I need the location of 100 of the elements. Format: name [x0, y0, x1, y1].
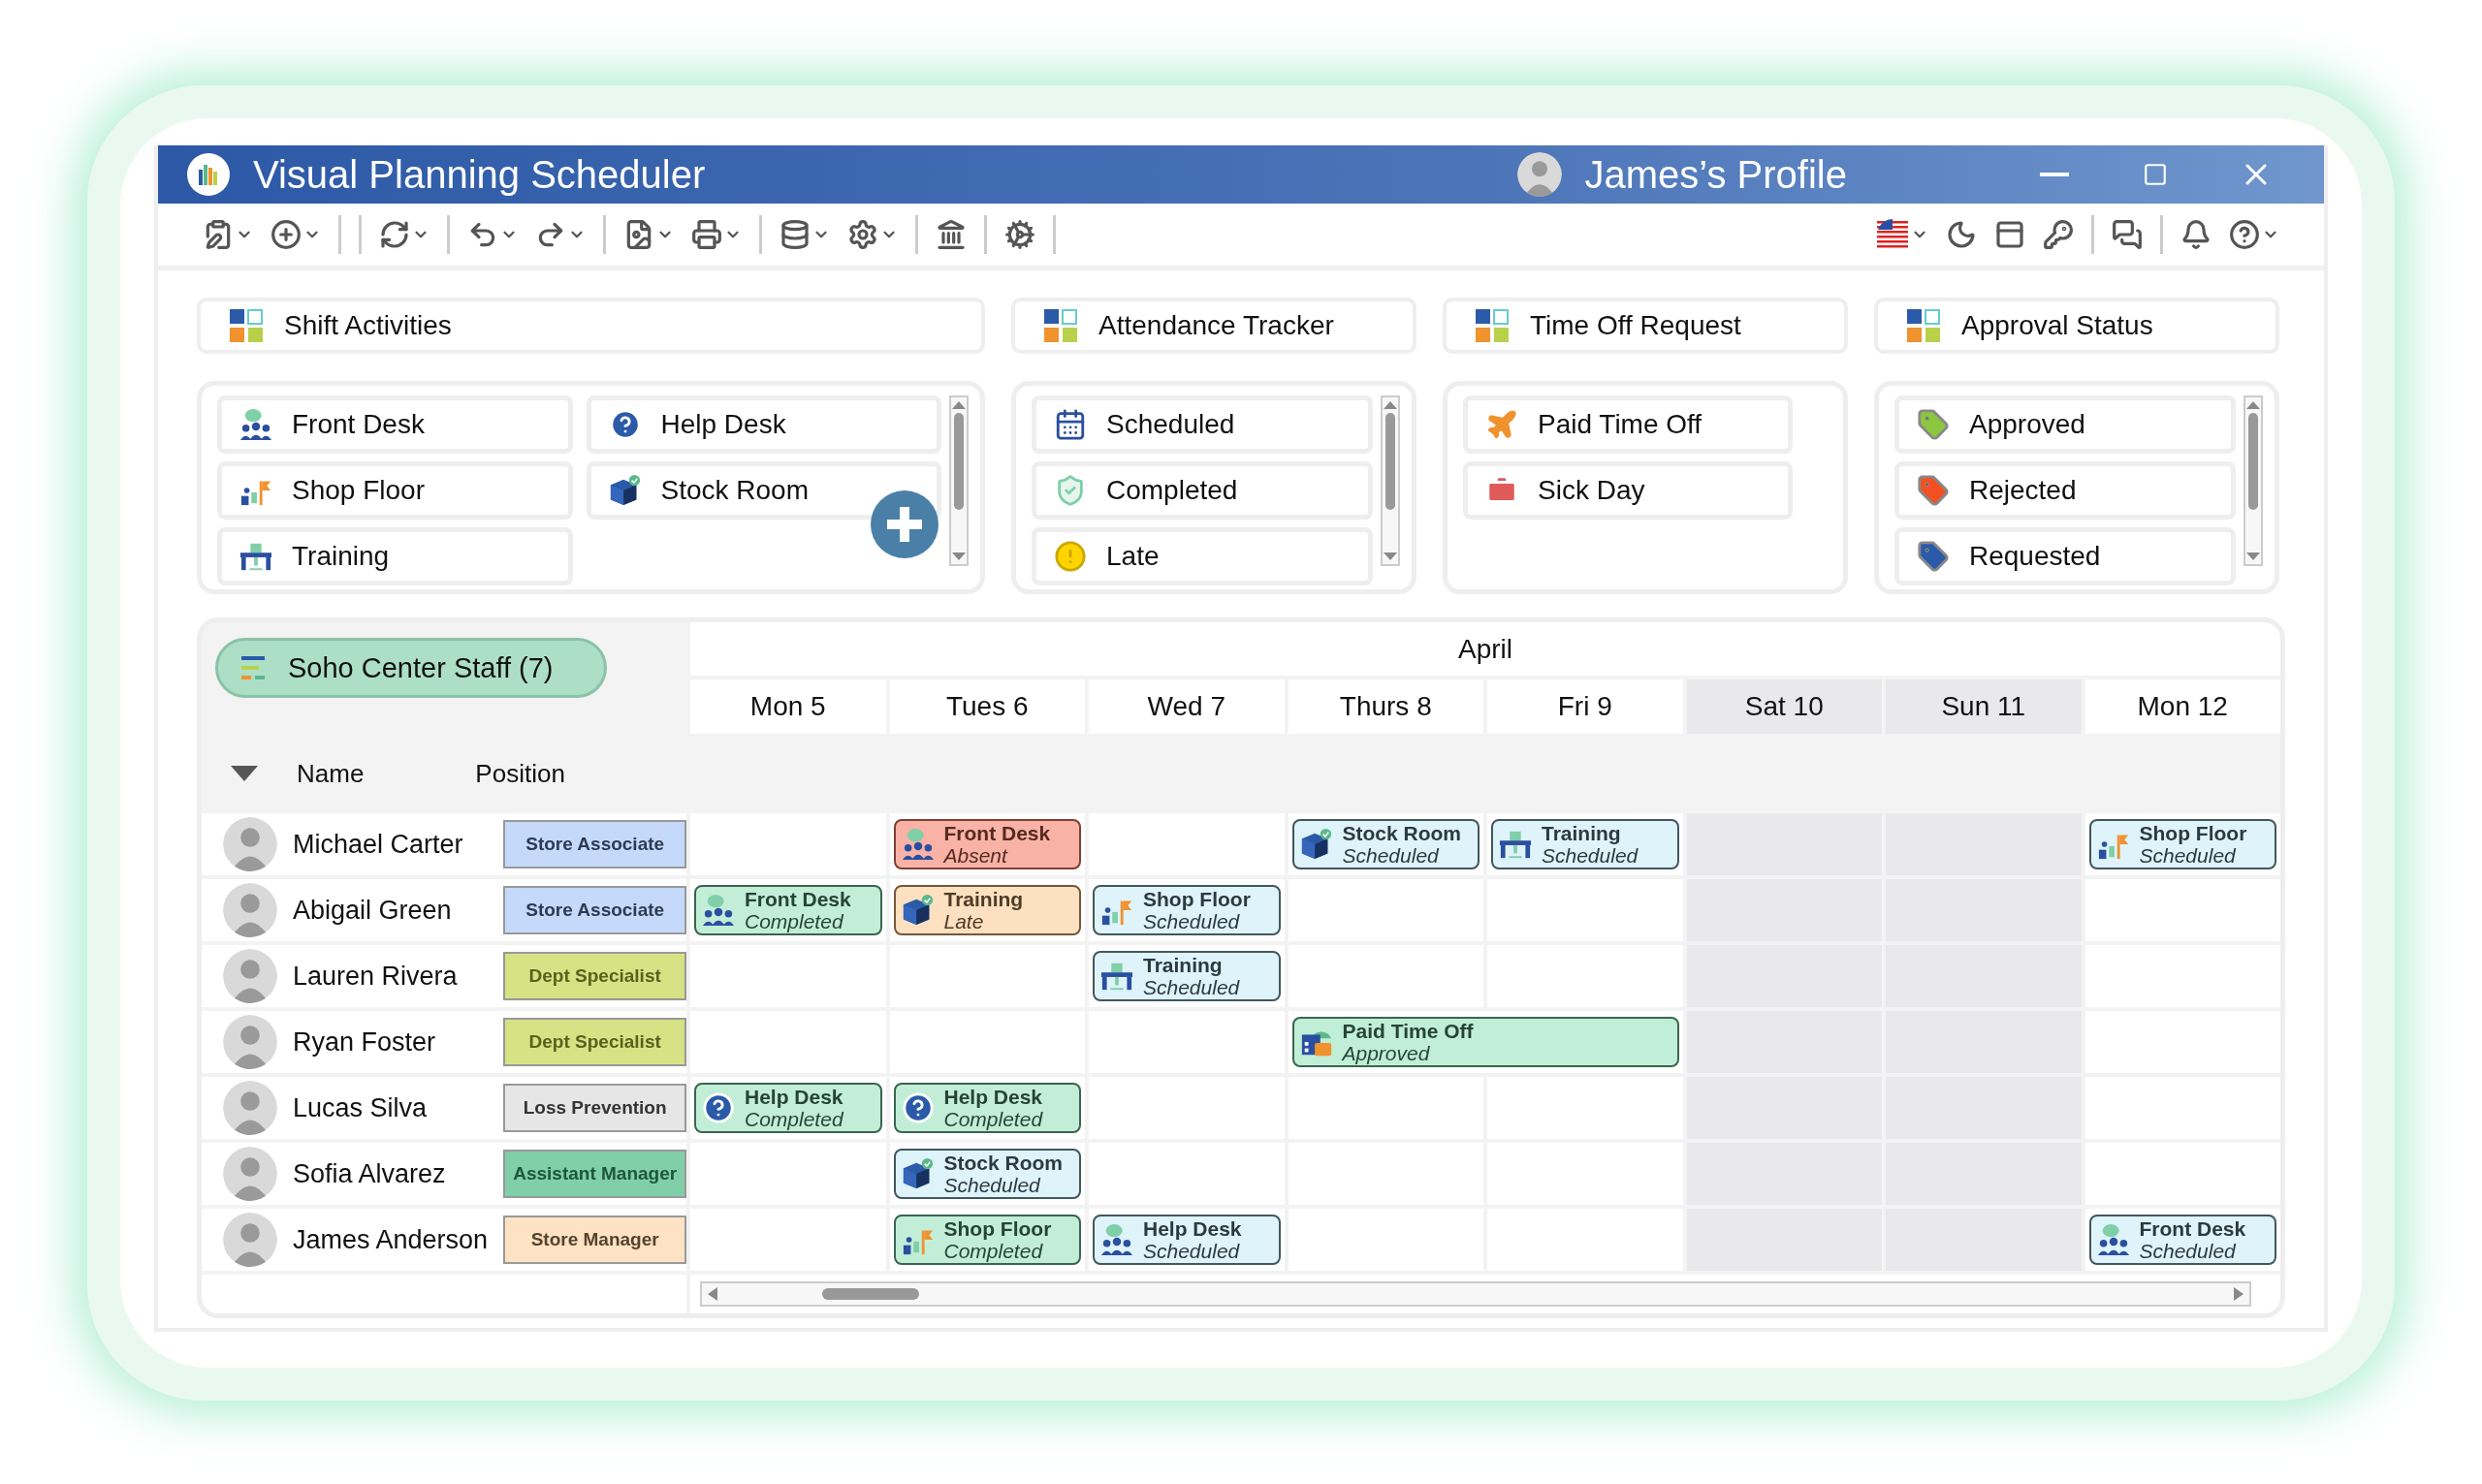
event-status: Scheduled: [1143, 976, 1240, 998]
shift-event[interactable]: Training Scheduled: [1093, 951, 1281, 1001]
day-header: Tues 6: [889, 679, 1085, 734]
cube-check-icon: [1299, 828, 1333, 861]
grid-icon: [1907, 309, 1940, 342]
scroll-up-icon[interactable]: [2246, 401, 2260, 409]
event-status: Scheduled: [943, 1174, 1041, 1196]
scroll-thumb[interactable]: [1385, 413, 1395, 510]
profile-name[interactable]: James’s Profile: [1584, 152, 1847, 197]
avatar: [223, 1147, 277, 1201]
scrollbar[interactable]: [1381, 395, 1400, 566]
category-title: Attendance Tracker: [1098, 310, 1334, 341]
shift-event[interactable]: Help Desk Scheduled: [1093, 1215, 1281, 1265]
scroll-thumb[interactable]: [954, 413, 964, 510]
staff-name: Ryan Foster: [293, 1026, 437, 1058]
scrollbar[interactable]: [2243, 395, 2263, 566]
avatar: [223, 883, 277, 937]
category-item[interactable]: Front Desk: [217, 395, 573, 454]
position-tag: Assistant Manager: [503, 1150, 686, 1198]
refresh-icon: [379, 219, 410, 250]
avatar: [223, 949, 277, 1003]
staff-group-button[interactable]: Soho Center Staff (7): [215, 638, 607, 698]
collapse-icon[interactable]: [231, 766, 258, 781]
shift-event[interactable]: Stock Room Scheduled: [893, 1149, 1081, 1199]
shift-event[interactable]: Front Desk Absent: [893, 819, 1081, 869]
scroll-up-icon[interactable]: [952, 401, 966, 409]
shift-event[interactable]: Front Desk Scheduled: [2088, 1215, 2276, 1265]
shift-event[interactable]: Front Desk Completed: [694, 885, 882, 935]
chat-icon: [2112, 219, 2143, 250]
scroll-right-icon[interactable]: [2234, 1287, 2243, 1301]
event-title: Front Desk: [745, 888, 851, 910]
scroll-down-icon[interactable]: [1384, 553, 1397, 560]
category-title: Time Off Request: [1530, 310, 1741, 341]
scroll-down-icon[interactable]: [2246, 553, 2260, 560]
category-item[interactable]: Sick Day: [1463, 461, 1793, 520]
help-icon: [901, 1091, 935, 1124]
people-chat-icon: [2096, 1223, 2130, 1256]
help-icon: [2229, 219, 2260, 250]
category-header[interactable]: Time Off Request: [1443, 298, 1848, 354]
event-status: Completed: [943, 1108, 1043, 1130]
day-header: Fri 9: [1487, 679, 1683, 734]
gears-icon: [1004, 219, 1035, 250]
category-item[interactable]: Paid Time Off: [1463, 395, 1793, 454]
column-header[interactable]: Name: [297, 758, 365, 789]
category-item[interactable]: Shop Floor: [217, 461, 573, 520]
shift-event[interactable]: Training Scheduled: [1491, 819, 1679, 869]
scroll-up-icon[interactable]: [1384, 401, 1397, 409]
category-item[interactable]: Completed: [1032, 461, 1373, 520]
grid-icon: [1044, 309, 1077, 342]
day-header: Sat 10: [1686, 679, 1882, 734]
people-chat-icon: [239, 408, 272, 441]
category-item[interactable]: Scheduled: [1032, 395, 1373, 454]
alert-icon: [1054, 540, 1087, 573]
position-tag: Store Associate: [503, 886, 686, 934]
shift-event[interactable]: Help Desk Completed: [893, 1083, 1081, 1133]
shift-event[interactable]: Shop Floor Completed: [893, 1215, 1081, 1265]
day-header: Wed 7: [1089, 679, 1285, 734]
avatar: [223, 1213, 277, 1267]
shift-event[interactable]: Paid Time Off Approved: [1291, 1017, 1679, 1067]
category-item[interactable]: Late: [1032, 527, 1373, 585]
event-status: Approved: [1342, 1042, 1431, 1064]
event-title: Front Desk: [943, 822, 1051, 844]
staff-name: Sofia Alvarez: [293, 1158, 447, 1189]
category-header[interactable]: Approval Status: [1874, 298, 2279, 354]
category-item[interactable]: Requested: [1894, 527, 2236, 585]
staff-name: Lucas Silva: [293, 1092, 429, 1123]
scroll-left-icon[interactable]: [708, 1287, 717, 1301]
event-title: Help Desk: [943, 1086, 1043, 1108]
scroll-down-icon[interactable]: [952, 553, 966, 560]
staff-name: Lauren Rivera: [293, 961, 459, 992]
event-title: Paid Time Off: [1342, 1020, 1474, 1042]
cube-check-icon: [608, 474, 642, 507]
category-item[interactable]: Training: [217, 527, 573, 585]
event-status: Scheduled: [1542, 844, 1639, 867]
grid-icon: [1476, 309, 1509, 342]
category-header[interactable]: Attendance Tracker: [1011, 298, 1416, 354]
event-title: Stock Room: [943, 1152, 1063, 1174]
shift-event[interactable]: Help Desk Completed: [694, 1083, 882, 1133]
horizontal-scrollbar[interactable]: [700, 1281, 2251, 1307]
scrollbar[interactable]: [949, 395, 969, 566]
settings-icon: [847, 219, 878, 250]
event-status: Scheduled: [1143, 910, 1241, 932]
event-status: Scheduled: [1342, 844, 1440, 867]
shift-event[interactable]: Stock Room Scheduled: [1291, 819, 1480, 869]
category-item[interactable]: Help Desk: [586, 395, 941, 454]
logo-icon: [187, 153, 230, 196]
category-header[interactable]: Shift Activities: [197, 298, 985, 354]
scroll-thumb[interactable]: [822, 1288, 919, 1300]
event-title: Training: [943, 888, 1024, 910]
category-item[interactable]: Approved: [1894, 395, 2236, 454]
shift-event[interactable]: Shop Floor Scheduled: [1093, 885, 1281, 935]
event-status: Scheduled: [2139, 1240, 2237, 1262]
column-header[interactable]: Position: [475, 758, 565, 789]
shift-event[interactable]: Shop Floor Scheduled: [2088, 819, 2276, 869]
category-item[interactable]: Rejected: [1894, 461, 2236, 520]
plane-icon: [1485, 408, 1518, 441]
shift-event[interactable]: Training Late: [893, 885, 1081, 935]
event-title: Training: [1143, 954, 1224, 976]
scroll-thumb[interactable]: [2248, 413, 2258, 510]
minimize-icon: [2040, 173, 2069, 176]
